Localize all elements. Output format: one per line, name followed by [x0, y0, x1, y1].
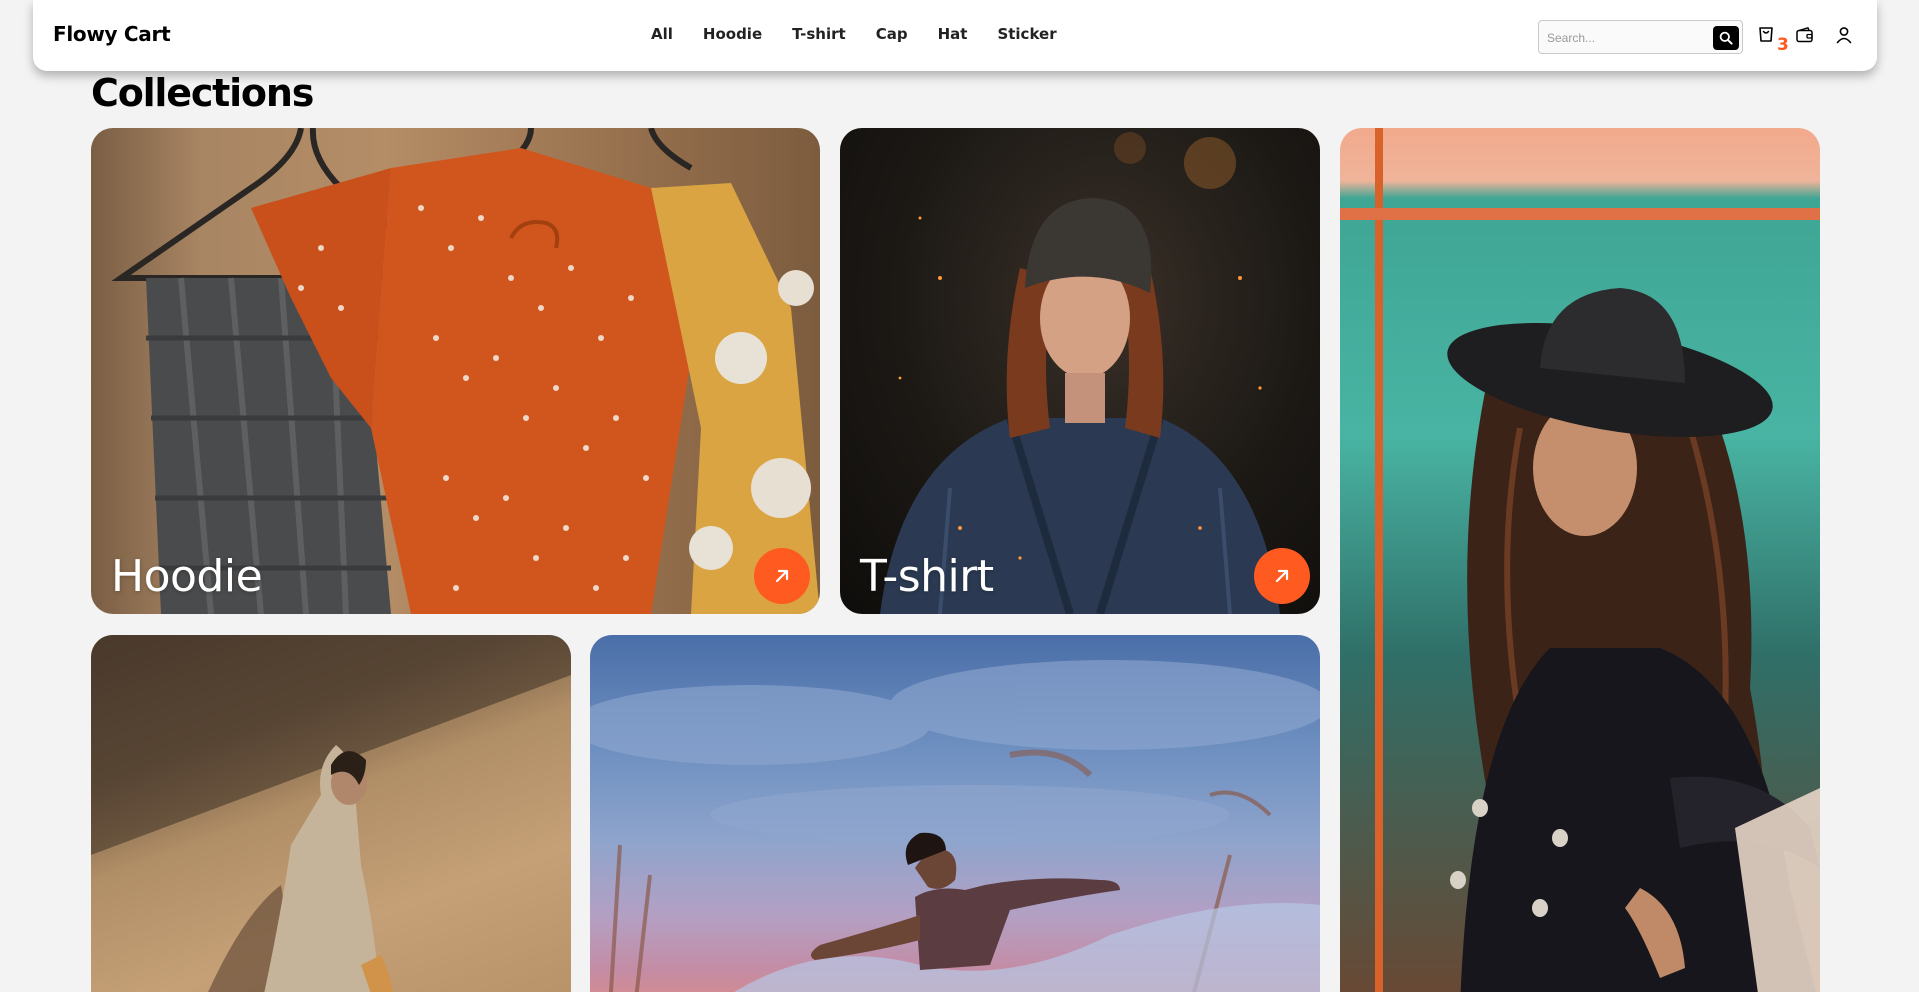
user-icon: [1836, 27, 1852, 44]
search-input[interactable]: [1547, 28, 1707, 48]
nav-link-sticker[interactable]: Sticker: [997, 25, 1056, 43]
coat-collection-image: [91, 635, 571, 992]
nav-link-all[interactable]: All: [651, 25, 673, 43]
nav-link-cap[interactable]: Cap: [876, 25, 908, 43]
nav-link-tshirt[interactable]: T-shirt: [792, 25, 846, 43]
collection-card-hat[interactable]: [1340, 128, 1820, 992]
collection-card-label: Hoodie: [111, 551, 263, 602]
hat-collection-image: [1340, 128, 1820, 992]
collection-card-tshirt[interactable]: T-shirt: [840, 128, 1320, 614]
arrow-up-right-icon: [775, 569, 789, 583]
top-navbar: Flowy Cart All Hoodie T-shirt Cap Hat St…: [33, 0, 1877, 71]
collection-card-label: T-shirt: [860, 551, 994, 602]
collections-title: Collections: [91, 71, 314, 115]
wallet-icon: [1796, 27, 1813, 43]
search-box: [1538, 20, 1743, 54]
collection-card-hoodie[interactable]: Hoodie: [91, 128, 820, 614]
open-collection-button[interactable]: [754, 548, 810, 604]
nav-link-hoodie[interactable]: Hoodie: [703, 25, 762, 43]
open-collection-button[interactable]: [1254, 548, 1310, 604]
cart-button[interactable]: [1756, 25, 1776, 45]
arrow-up-right-icon: [1275, 569, 1289, 583]
account-button[interactable]: [1834, 25, 1854, 45]
brand-logo[interactable]: Flowy Cart: [53, 22, 171, 46]
search-icon: [1719, 31, 1733, 45]
hoodie-collection-image: [91, 128, 820, 614]
collection-card-sky[interactable]: [590, 635, 1320, 992]
tshirt-collection-image: [840, 128, 1320, 614]
search-button[interactable]: [1713, 26, 1739, 50]
nav-link-hat[interactable]: Hat: [938, 25, 968, 43]
wallet-button[interactable]: [1795, 25, 1815, 45]
collection-card-coat[interactable]: [91, 635, 571, 992]
cart-icon: [1759, 27, 1773, 42]
sky-collection-image: [590, 635, 1320, 992]
category-nav: All Hoodie T-shirt Cap Hat Sticker: [651, 25, 1087, 43]
cart-count-badge: 3: [1777, 35, 1789, 55]
